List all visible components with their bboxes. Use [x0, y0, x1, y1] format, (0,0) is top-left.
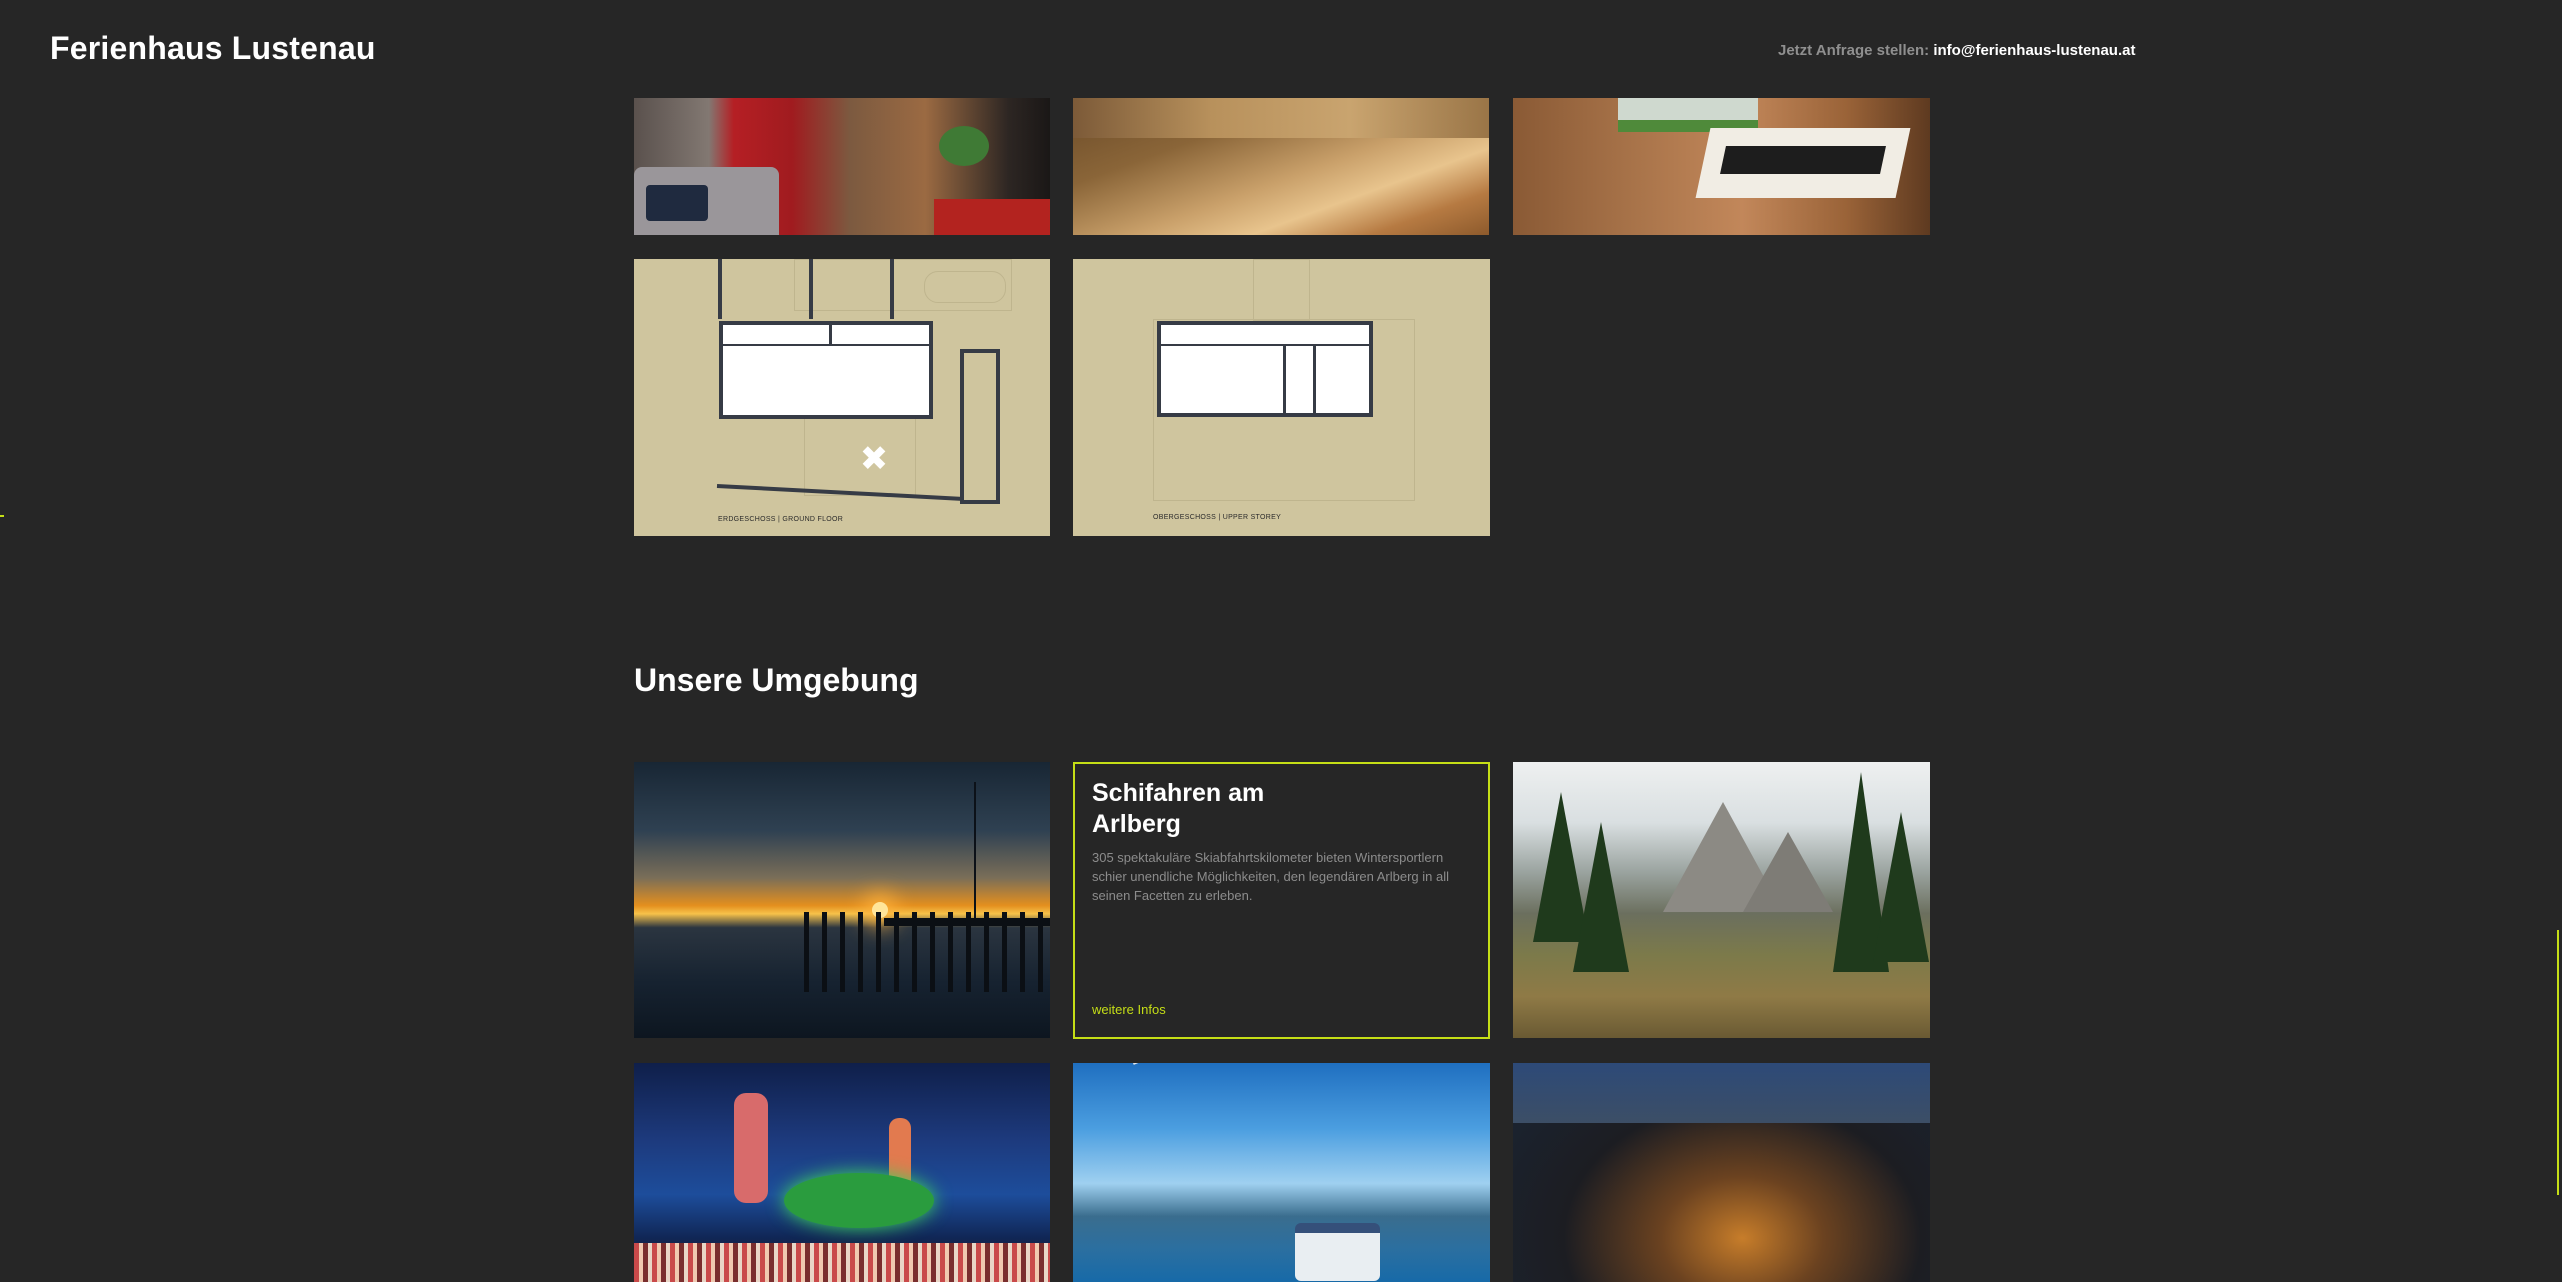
- more-info-link[interactable]: weitere Infos: [1092, 1002, 1166, 1017]
- plant-shape: [939, 126, 989, 166]
- tree-shape: [1873, 812, 1929, 962]
- wall: [1157, 344, 1373, 346]
- plan-label: OBERGESCHOSS | UPPER STOREY: [1153, 514, 1282, 521]
- cabinet-shape: [1073, 98, 1489, 138]
- wall: [829, 321, 832, 346]
- upper-floor-rooms: [1157, 321, 1373, 417]
- site-logo[interactable]: Ferienhaus Lustenau: [50, 30, 376, 67]
- card-description: 305 spektakuläre Skiabfahrtskilometer bi…: [1092, 850, 1450, 903]
- contact-email-link[interactable]: info@ferienhaus-lustenau.at: [1933, 42, 2135, 59]
- surroundings-photo-opera[interactable]: [634, 1063, 1050, 1282]
- wall: [718, 259, 722, 319]
- site-header: Ferienhaus Lustenau Jetzt Anfrage stelle…: [0, 0, 2562, 98]
- ground-floor-rooms: [719, 321, 933, 419]
- expand-arrows-icon[interactable]: ✖: [856, 441, 892, 477]
- contact-info: Jetzt Anfrage stellen: info@ferienhaus-l…: [1778, 42, 2135, 59]
- accent-mark: [0, 515, 4, 517]
- peak-shape: [1743, 832, 1833, 912]
- mast-shape: [974, 782, 976, 922]
- cushion-shape: [646, 185, 708, 221]
- card-title: Schifahren am Arlberg: [1092, 779, 1265, 838]
- surroundings-card-arlberg[interactable]: Schifahren am Arlberg 305 spektakuläre S…: [1073, 762, 1490, 1039]
- turtle-shape: [784, 1173, 934, 1228]
- cable-shape: [1133, 1063, 1487, 1065]
- floor-plan-ground[interactable]: ✖ ERDGESCHOSS | GROUND FLOOR: [634, 259, 1050, 536]
- floor-plan-upper[interactable]: OBERGESCHOSS | UPPER STOREY: [1073, 259, 1490, 536]
- surroundings-photo-sunset-lake[interactable]: [634, 762, 1050, 1038]
- surroundings-photo-city-night[interactable]: [1513, 1063, 1930, 1282]
- car-outline: [924, 271, 1006, 303]
- scrollbar-thumb[interactable]: [2557, 930, 2559, 1195]
- wall: [1313, 344, 1316, 414]
- surroundings-photo-mountains[interactable]: [1513, 762, 1930, 1038]
- pier-shape: [804, 912, 1050, 992]
- section-title-surroundings: Unsere Umgebung: [634, 662, 919, 698]
- wall: [890, 259, 894, 319]
- contact-label: Jetzt Anfrage stellen:: [1778, 42, 1930, 59]
- plan-label: ERDGESCHOSS | GROUND FLOOR: [718, 516, 844, 523]
- red-floor-shape: [934, 199, 1050, 235]
- crowd-shape: [634, 1243, 1050, 1282]
- wall: [996, 349, 1000, 504]
- wall: [719, 344, 933, 346]
- wall: [960, 349, 964, 504]
- figure-shape: [734, 1093, 768, 1203]
- wall: [1283, 344, 1286, 414]
- tree-shape: [1573, 822, 1629, 972]
- blanket-shape: [1720, 146, 1886, 174]
- wall: [809, 259, 813, 319]
- plan-outline: [1253, 259, 1310, 321]
- wall: [960, 500, 1000, 504]
- surroundings-photo-cable-car[interactable]: [1073, 1063, 1490, 1282]
- gondola-shape: [1295, 1223, 1380, 1281]
- gallery-photo-living-room[interactable]: [634, 98, 1050, 235]
- gallery-photo-bedroom[interactable]: [1513, 98, 1930, 235]
- gallery-photo-wood-floor[interactable]: [1073, 98, 1489, 235]
- sky-shape: [1513, 1063, 1930, 1123]
- wall: [960, 349, 1000, 353]
